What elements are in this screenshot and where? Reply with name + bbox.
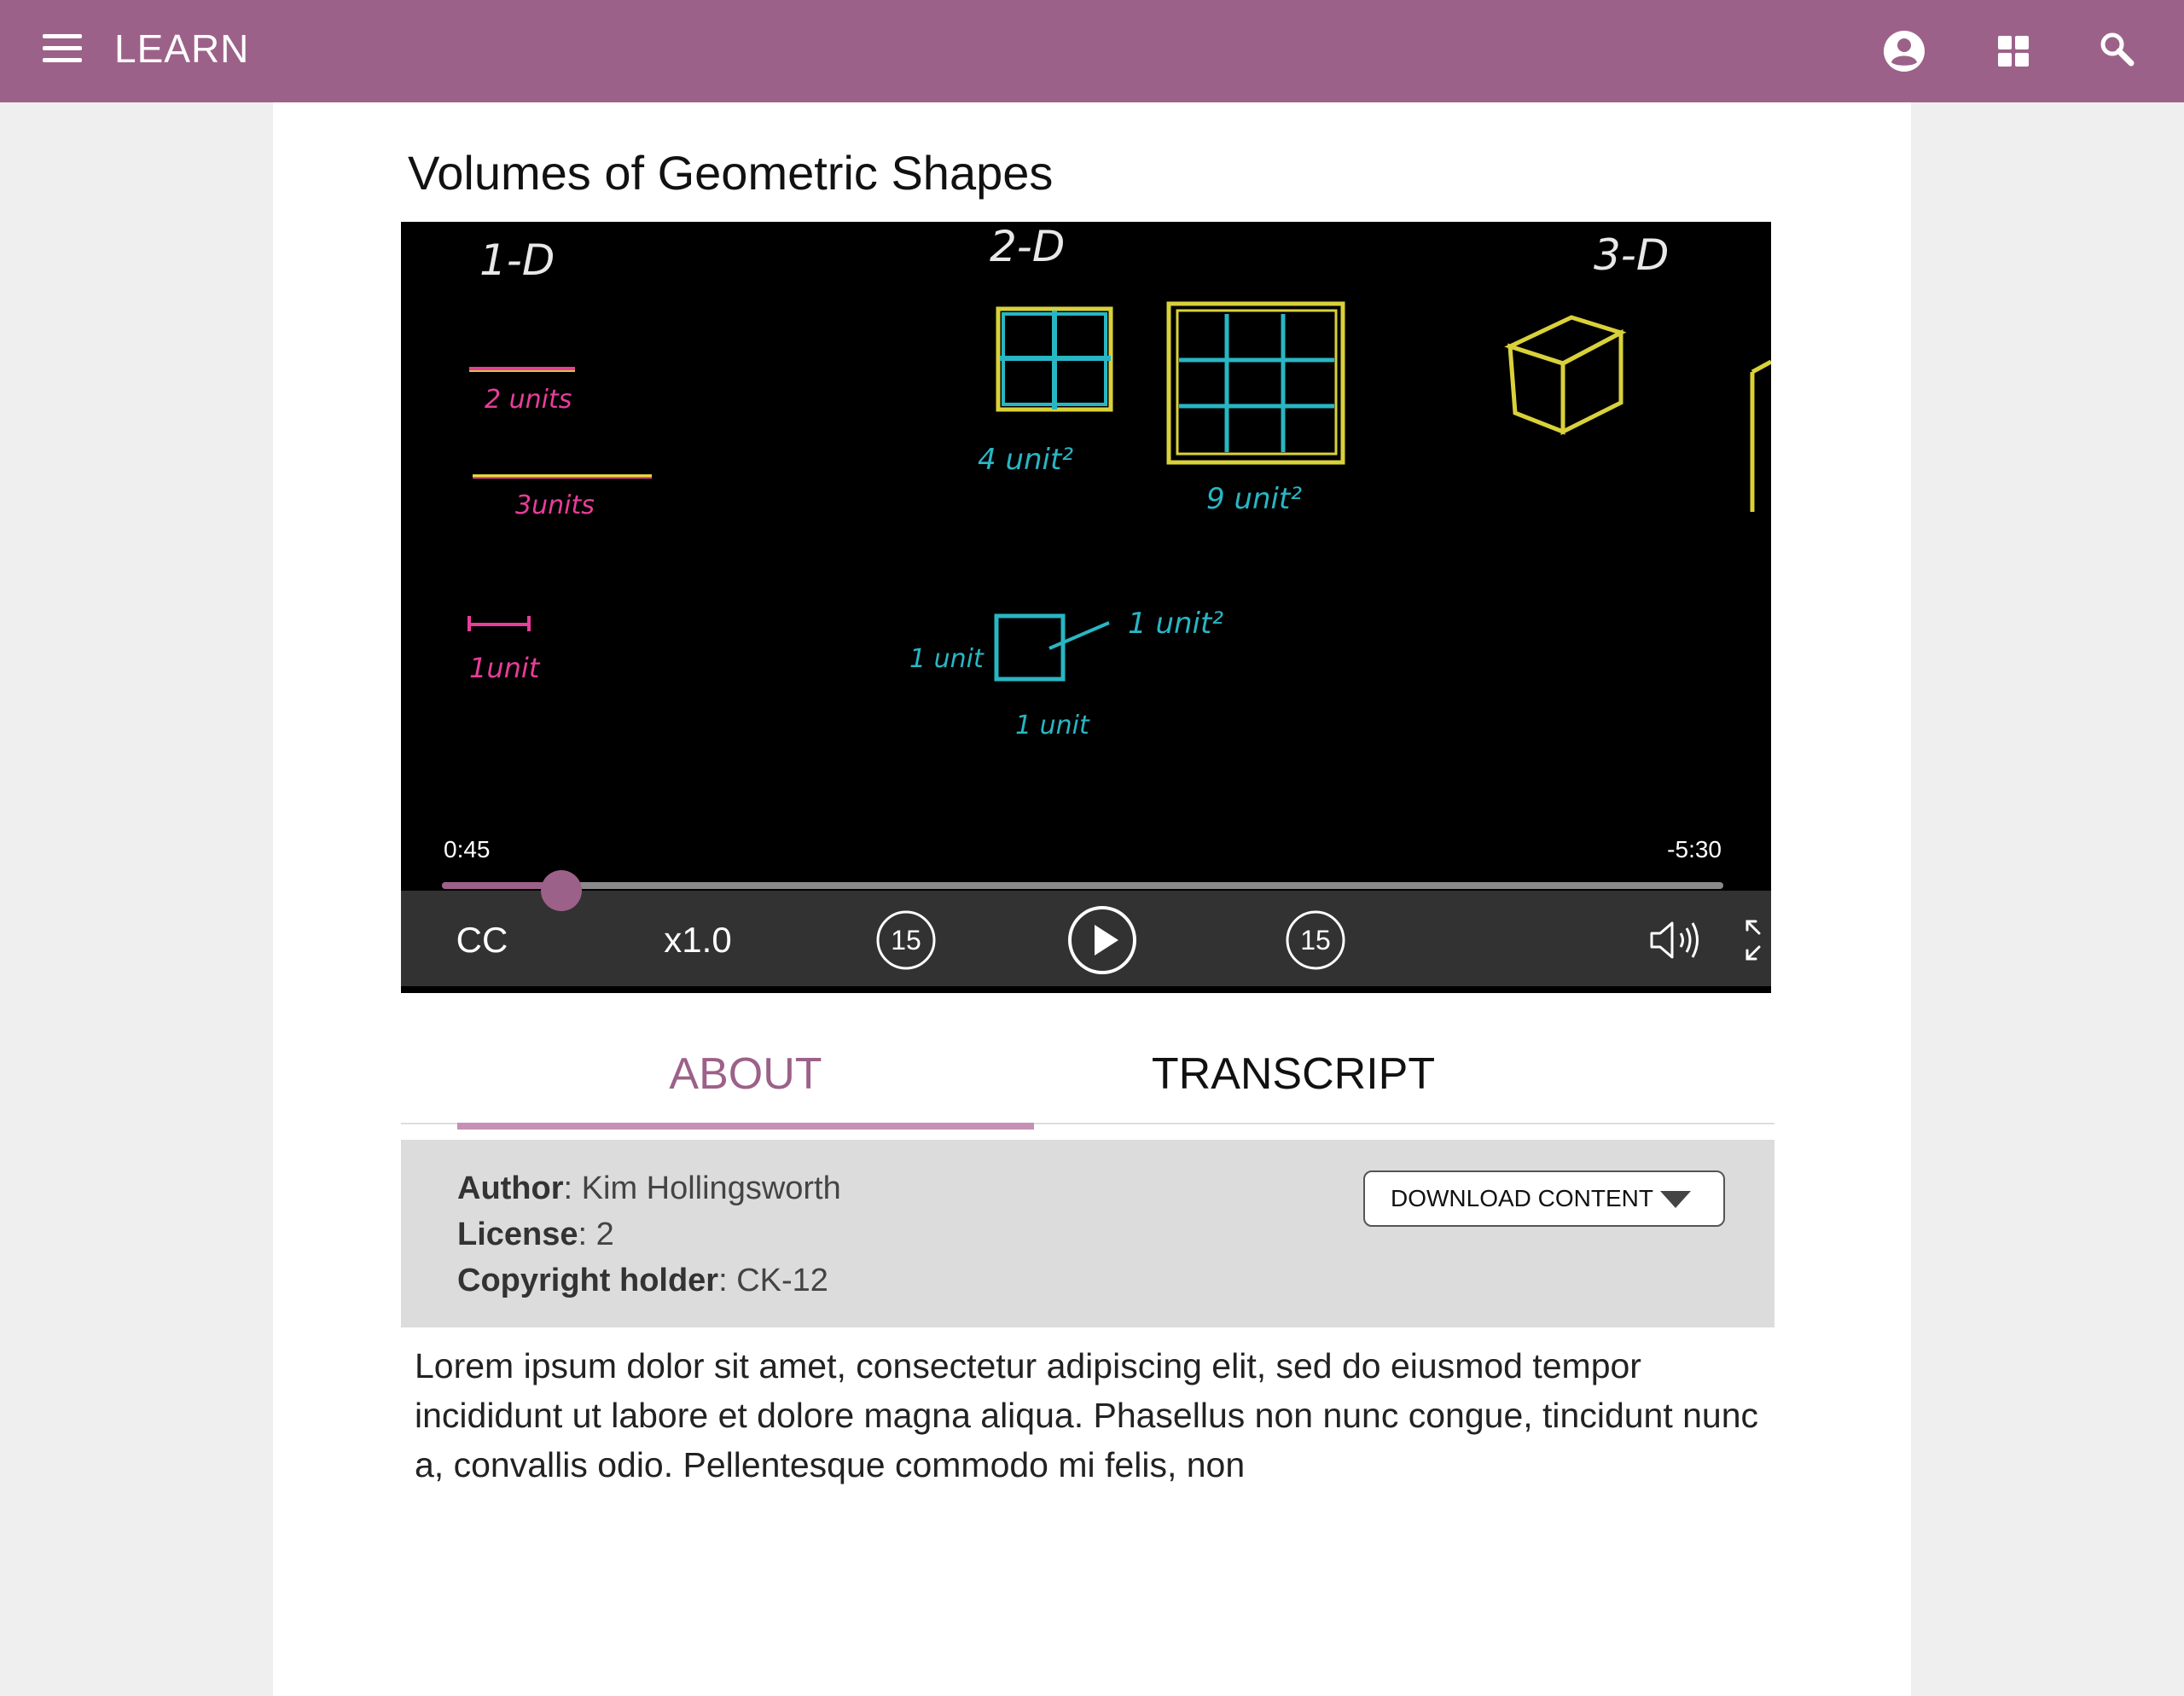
content-metadata: Author: Kim Hollingsworth License: 2 Cop… (457, 1165, 841, 1304)
square-3x3 (1166, 301, 1345, 465)
caret-down-icon (1660, 1191, 1691, 1208)
download-content-dropdown[interactable]: DOWNLOAD CONTENT (1363, 1170, 1725, 1227)
menu-icon[interactable] (38, 34, 87, 68)
play-button[interactable] (1066, 906, 1138, 974)
apps-grid-icon[interactable] (1986, 24, 2041, 78)
seek-bar[interactable] (442, 882, 1723, 889)
tab-about[interactable]: ABOUT (457, 1024, 1034, 1130)
label-2-units: 2 units (485, 385, 572, 415)
volume-icon (1650, 921, 1699, 959)
copyright-value: CK-12 (736, 1263, 828, 1298)
copyright-label: Copyright holder (457, 1263, 719, 1298)
page-title: Volumes of Geometric Shapes (408, 146, 1054, 200)
fullscreen-icon (1745, 920, 1786, 961)
cube-drawing (1504, 315, 1627, 436)
skip-back-button[interactable]: 15 (872, 906, 940, 974)
author-row: Author: Kim Hollingsworth (457, 1170, 841, 1206)
account-icon[interactable] (1877, 24, 1931, 78)
tab-transcript[interactable]: TRANSCRIPT (1123, 1024, 1464, 1124)
skip-back-seconds: 15 (891, 924, 921, 955)
search-icon[interactable] (2090, 24, 2145, 78)
download-content-label: DOWNLOAD CONTENT (1391, 1185, 1653, 1211)
board-label-2d: 2-D (990, 222, 1065, 271)
label-unit-bottom: 1 unit (1015, 711, 1090, 741)
closed-captions-button[interactable]: CC (452, 906, 512, 974)
top-app-bar: LEARN (0, 0, 2184, 102)
label-unit-left: 1 unit (909, 644, 985, 674)
video-player[interactable]: 1-D 2-D 3-D 2 units 3units 1unit 4 unit²… (401, 222, 1786, 993)
tab-bar: ABOUT TRANSCRIPT (401, 1024, 1774, 1130)
volume-button[interactable] (1643, 906, 1711, 974)
label-1-unit2: 1 unit² (1128, 607, 1223, 641)
app-title: LEARN (114, 26, 250, 71)
label-9-unit2: 9 unit² (1206, 482, 1302, 516)
board-label-1d: 1-D (479, 235, 555, 285)
copyright-row: Copyright holder: CK-12 (457, 1263, 828, 1298)
label-4-unit2: 4 unit² (978, 443, 1073, 477)
label-3-units: 3units (515, 491, 595, 520)
main-content: Volumes of Geometric Shapes 1-D 2-D 3-D … (273, 102, 1911, 1696)
fullscreen-main[interactable] (1732, 906, 1800, 974)
license-label: License (457, 1217, 578, 1252)
player-control-bar: CC x1.0 15 15 (401, 891, 1786, 986)
video-frame[interactable]: 1-D 2-D 3-D 2 units 3units 1unit 4 unit²… (401, 222, 1771, 887)
play-icon (1068, 906, 1136, 974)
skip-forward-seconds: 15 (1300, 924, 1331, 955)
current-time: 0:45 (444, 836, 491, 863)
playback-speed-button[interactable]: x1.0 (655, 906, 741, 974)
board-label-3d: 3-D (1594, 230, 1669, 280)
about-panel: Author: Kim Hollingsworth License: 2 Cop… (401, 1140, 1774, 1327)
remaining-time: -5:30 (1667, 836, 1722, 863)
license-value: 2 (595, 1217, 614, 1252)
content-description: Lorem ipsum dolor sit amet, consectetur … (415, 1346, 1759, 1484)
author-value: Kim Hollingsworth (581, 1170, 841, 1206)
seek-thumb[interactable] (540, 870, 582, 911)
skip-forward-button[interactable]: 15 (1281, 906, 1350, 974)
fullscreen-button[interactable] (1809, 906, 1877, 974)
author-label: Author (457, 1170, 564, 1206)
label-1-unit: 1unit (469, 652, 541, 684)
license-row: License: 2 (457, 1217, 614, 1252)
